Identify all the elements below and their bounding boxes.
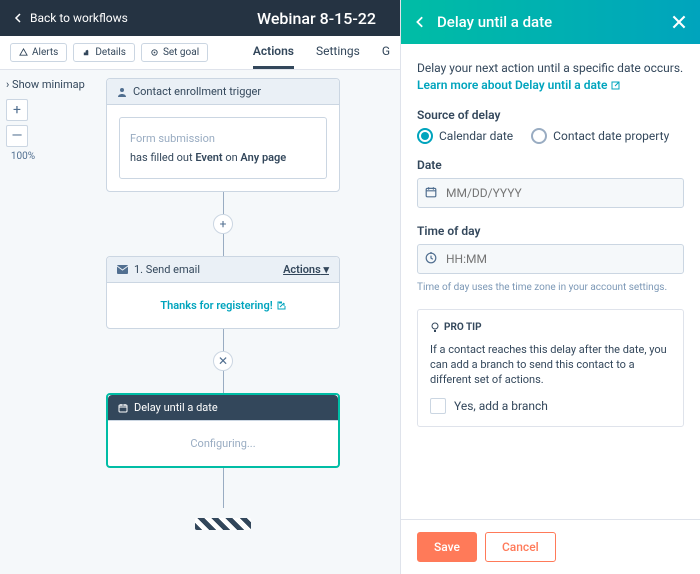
clock-icon: [425, 252, 437, 264]
cancel-button[interactable]: Cancel: [485, 532, 556, 562]
add-step-button[interactable]: +: [213, 214, 233, 234]
zoom-level: 100%: [6, 151, 40, 162]
save-button[interactable]: Save: [417, 532, 477, 562]
email-link[interactable]: Thanks for registering!: [160, 299, 285, 312]
external-link-icon: [611, 81, 620, 90]
zoom-out-button[interactable]: —: [6, 125, 28, 147]
panel-footer: Save Cancel: [401, 519, 700, 574]
calendar-icon: [425, 186, 437, 198]
alerts-label: Alerts: [32, 47, 58, 58]
radio-dot-off: [531, 128, 547, 144]
date-input[interactable]: [417, 178, 684, 208]
side-panel: Delay until a date Delay your next actio…: [400, 0, 700, 574]
radio-calendar-date[interactable]: Calendar date: [417, 128, 513, 144]
workflow-title: Webinar 8-15-22: [257, 9, 386, 28]
connector: [223, 234, 224, 256]
connector: [223, 371, 224, 393]
details-button[interactable]: Details: [73, 43, 135, 62]
send-email-header: 1. Send email Actions ▾: [107, 257, 339, 283]
pro-tip-header: PRO TIP: [430, 322, 671, 334]
enrollment-card[interactable]: Contact enrollment trigger Form submissi…: [106, 78, 340, 192]
delay-title: Delay until a date: [134, 401, 218, 414]
back-label: Back to workflows: [30, 11, 128, 25]
delay-body: Configuring...: [108, 421, 338, 466]
tab-settings[interactable]: Settings: [316, 36, 360, 69]
goal-marker: [195, 518, 251, 530]
trigger-type: Form submission: [130, 132, 316, 145]
date-label: Date: [417, 158, 684, 172]
chevron-left-icon[interactable]: [415, 16, 427, 28]
calendar-icon: [118, 403, 128, 413]
configuring-label: Configuring...: [190, 437, 255, 450]
enrollment-header: Contact enrollment trigger: [107, 79, 339, 105]
side-controls: › Show minimap + — 100%: [0, 70, 46, 574]
radio-label: Calendar date: [439, 129, 513, 143]
delay-header: Delay until a date: [108, 395, 338, 421]
pro-tip-box: PRO TIP If a contact reaches this delay …: [417, 309, 684, 427]
pro-tip-body: If a contact reaches this delay after th…: [430, 342, 671, 388]
thumb-icon: [82, 48, 91, 57]
card-actions-menu[interactable]: Actions ▾: [283, 263, 329, 276]
tabs: Actions Settings G: [253, 36, 390, 69]
topbar: Back to workflows Webinar 8-15-22: [0, 0, 400, 36]
tab-actions[interactable]: Actions: [253, 36, 294, 69]
checkbox-label: Yes, add a branch: [454, 399, 548, 413]
trigger-box: Form submission has filled out Event on …: [119, 117, 327, 179]
send-email-body: Thanks for registering!: [107, 283, 339, 328]
show-minimap[interactable]: › Show minimap: [6, 78, 40, 91]
add-branch-checkbox[interactable]: Yes, add a branch: [430, 398, 671, 414]
checkbox: [430, 398, 446, 414]
source-of-delay-label: Source of delay: [417, 108, 684, 122]
set-goal-button[interactable]: Set goal: [141, 43, 208, 62]
connector: [223, 468, 224, 508]
connector: [223, 329, 224, 351]
goal-label: Set goal: [163, 47, 199, 58]
source-radio-group: Calendar date Contact date property: [417, 128, 684, 144]
trigger-detail: has filled out Event on Any page: [130, 151, 316, 164]
radio-label: Contact date property: [553, 129, 669, 143]
target-icon: [150, 48, 159, 57]
envelope-icon: [117, 265, 128, 274]
details-label: Details: [95, 47, 126, 58]
send-email-title: 1. Send email: [134, 263, 200, 276]
panel-title: Delay until a date: [437, 13, 552, 31]
tab-other[interactable]: G: [382, 36, 390, 69]
radio-dot-on: [417, 128, 433, 144]
send-email-card[interactable]: 1. Send email Actions ▾ Thanks for regis…: [106, 256, 340, 329]
learn-more-link[interactable]: Learn more about Delay until a date: [417, 77, 620, 94]
zoom-in-button[interactable]: +: [6, 99, 28, 121]
external-link-icon: [277, 301, 286, 310]
alerts-button[interactable]: Alerts: [10, 43, 67, 62]
connector: [223, 192, 224, 214]
bulb-icon: [430, 322, 440, 334]
time-label: Time of day: [417, 224, 684, 238]
timezone-hint: Time of day uses the time zone in your a…: [417, 282, 684, 293]
alert-icon: [19, 48, 28, 57]
workflow-canvas: Contact enrollment trigger Form submissi…: [46, 70, 400, 574]
time-input[interactable]: [417, 244, 684, 274]
close-icon[interactable]: [672, 15, 686, 29]
person-icon: [117, 87, 127, 97]
enrollment-title: Contact enrollment trigger: [133, 85, 261, 98]
delay-card[interactable]: Delay until a date Configuring...: [106, 393, 340, 468]
panel-description: Delay your next action until a specific …: [417, 60, 684, 94]
radio-contact-property[interactable]: Contact date property: [531, 128, 669, 144]
chevron-left-icon: [14, 13, 24, 23]
panel-header: Delay until a date: [401, 0, 700, 44]
toolbar: Alerts Details Set goal Actions Settings…: [0, 36, 400, 70]
back-to-workflows[interactable]: Back to workflows: [14, 11, 128, 25]
panel-body: Delay your next action until a specific …: [401, 44, 700, 519]
remove-step-button[interactable]: ✕: [213, 351, 233, 371]
